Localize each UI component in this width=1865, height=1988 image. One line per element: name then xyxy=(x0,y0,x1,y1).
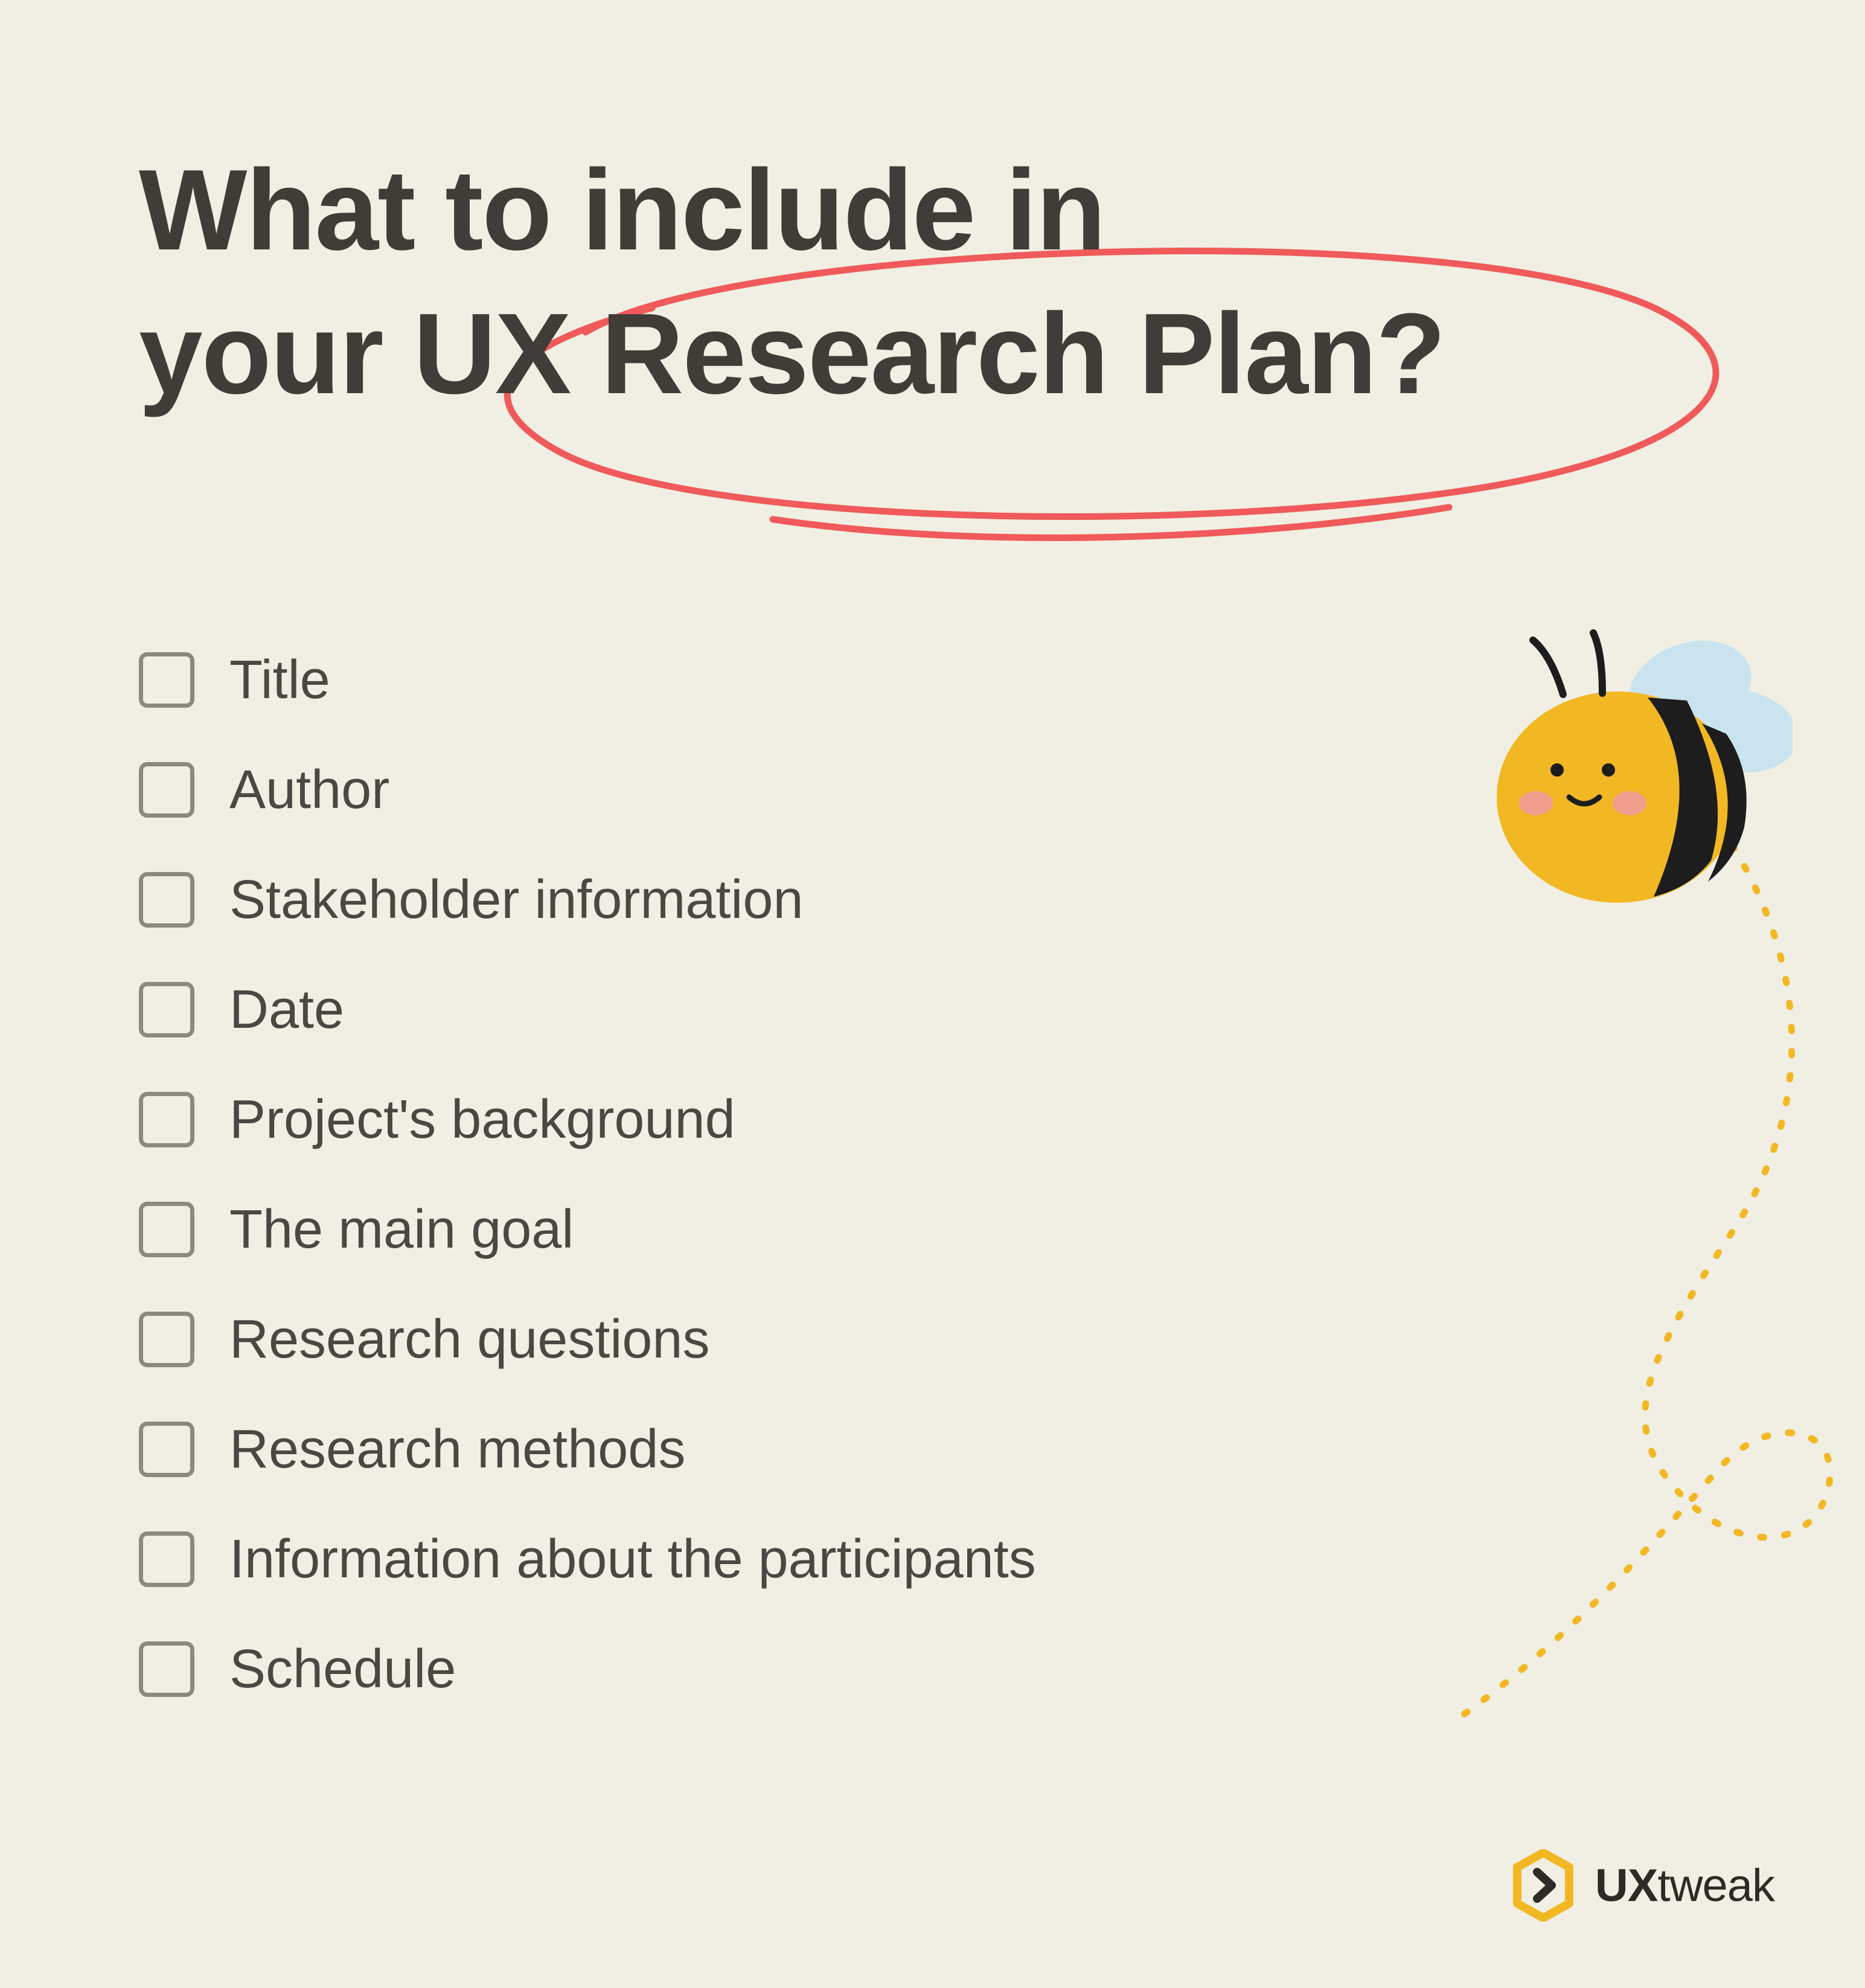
brand-logo: UXtweak xyxy=(1507,1849,1774,1922)
check-label: Project's background xyxy=(229,1092,735,1147)
brand-logo-text-bold: UX xyxy=(1595,1860,1658,1911)
checklist: Title Author Stakeholder information Dat… xyxy=(139,652,1346,1751)
check-item: Information about the participants xyxy=(139,1531,1346,1587)
check-item: Research questions xyxy=(139,1312,1346,1367)
check-item: Author xyxy=(139,762,1346,818)
title-line-2-highlight: UX Research Plan? xyxy=(414,290,1445,418)
check-label: Author xyxy=(229,763,389,817)
check-label: Schedule xyxy=(229,1642,456,1696)
bee-icon xyxy=(1467,622,1793,912)
check-item: Schedule xyxy=(139,1641,1346,1697)
brand-logo-text: UXtweak xyxy=(1595,1859,1774,1912)
title-line-1: What to include in xyxy=(139,146,1105,274)
infographic-card: What to include in your UX Research Plan… xyxy=(0,0,1865,1988)
brand-logo-mark xyxy=(1507,1849,1579,1922)
check-item: Project's background xyxy=(139,1092,1346,1147)
checkbox[interactable] xyxy=(139,1641,194,1697)
checkbox[interactable] xyxy=(139,982,194,1037)
check-item: Date xyxy=(139,982,1346,1037)
check-label: Date xyxy=(229,983,344,1037)
checkbox[interactable] xyxy=(139,652,194,708)
checkbox[interactable] xyxy=(139,872,194,928)
check-label: The main goal xyxy=(229,1202,574,1257)
check-item: The main goal xyxy=(139,1202,1346,1257)
check-label: Stakeholder information xyxy=(229,873,804,927)
checkbox[interactable] xyxy=(139,1202,194,1257)
checkbox[interactable] xyxy=(139,1092,194,1147)
check-label: Title xyxy=(229,653,330,707)
flight-path xyxy=(1358,833,1865,1739)
check-item: Title xyxy=(139,652,1346,708)
check-label: Research questions xyxy=(229,1312,709,1367)
checkbox[interactable] xyxy=(139,1422,194,1477)
check-label: Information about the participants xyxy=(229,1532,1036,1586)
checkbox[interactable] xyxy=(139,762,194,818)
check-item: Research methods xyxy=(139,1422,1346,1477)
checkbox[interactable] xyxy=(139,1312,194,1367)
check-label: Research methods xyxy=(229,1422,685,1477)
page-title: What to include in your UX Research Plan… xyxy=(139,139,1709,426)
title-line-2-pre: your xyxy=(139,290,414,418)
check-item: Stakeholder information xyxy=(139,872,1346,928)
checkbox[interactable] xyxy=(139,1531,194,1587)
brand-logo-text-light: tweak xyxy=(1657,1860,1774,1911)
